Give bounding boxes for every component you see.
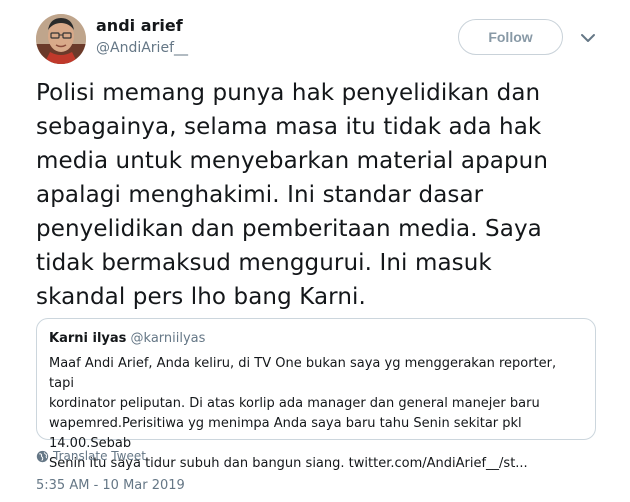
- translate-label: Translate Tweet: [53, 449, 146, 463]
- tweet-timestamp[interactable]: 5:35 AM - 10 Mar 2019: [36, 478, 185, 493]
- avatar[interactable]: [36, 14, 86, 64]
- author-handle[interactable]: @AndiArief__: [96, 40, 188, 56]
- author-name[interactable]: andi arief: [96, 16, 183, 35]
- tweet-text: Polisi memang punya hak penyelidikan dan…: [36, 80, 549, 310]
- chevron-down-icon[interactable]: [580, 30, 596, 44]
- quoted-tweet-header: Karni ilyas @karniilyas: [49, 330, 583, 348]
- quoted-author-handle: @karniilyas: [130, 331, 206, 346]
- quoted-author-name: Karni ilyas: [49, 331, 127, 346]
- globe-icon: [36, 450, 49, 463]
- follow-button[interactable]: Follow: [458, 19, 563, 55]
- avatar-photo: [36, 14, 86, 64]
- quoted-tweet[interactable]: Karni ilyas @karniilyas Maaf Andi Arief,…: [36, 318, 596, 471]
- translate-tweet-link[interactable]: Translate Tweet: [36, 449, 146, 463]
